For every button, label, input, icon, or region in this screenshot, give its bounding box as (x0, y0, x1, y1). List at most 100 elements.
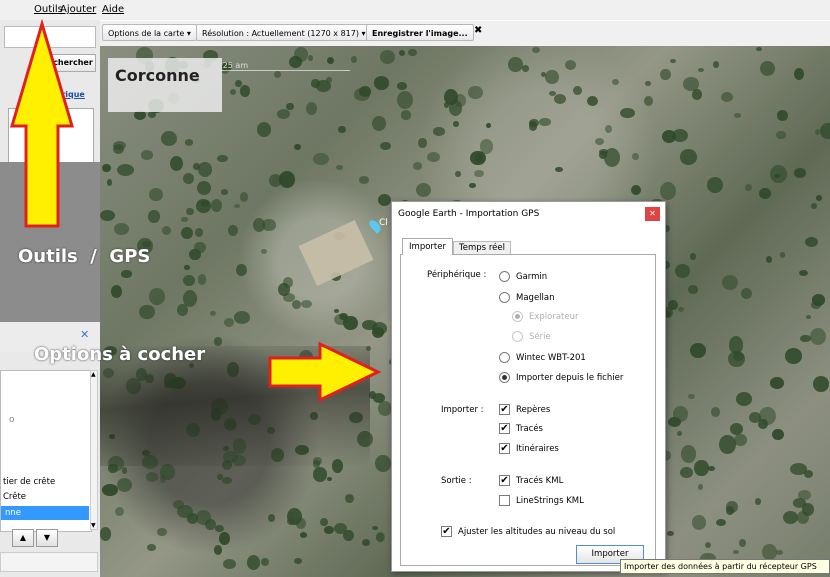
tree-cluster (668, 299, 678, 310)
tree-cluster (774, 174, 780, 179)
tree-cluster (375, 454, 391, 473)
checkbox-reperes[interactable]: ✔ (499, 404, 510, 415)
checkbox-traces-kml[interactable]: ✔ (499, 475, 510, 486)
panel-close-icon[interactable]: ✕ (80, 328, 89, 341)
tree-cluster (765, 255, 772, 263)
list-item-label: nne (5, 508, 22, 518)
tree-cluster (711, 407, 720, 417)
scroll-up-icon[interactable]: ▲ (91, 371, 96, 378)
panel-top-field[interactable] (4, 26, 96, 48)
tree-cluster (690, 343, 706, 358)
tree-cluster (398, 50, 405, 57)
tree-cluster (326, 476, 332, 482)
tree-cluster (604, 124, 613, 133)
map-toolbar: Options de la carte ▾ Résolution : Actue… (100, 21, 830, 47)
tree-cluster (555, 166, 564, 173)
tab-importer[interactable]: Importer (402, 238, 453, 255)
tree-cluster (291, 299, 302, 309)
history-link[interactable]: torique (52, 90, 85, 99)
radio-import-file-label: Importer depuis le fichier (516, 373, 624, 383)
checkbox-traces[interactable]: ✔ (499, 423, 510, 434)
time-slider[interactable]: :25 am (220, 61, 350, 81)
list-scrollbar[interactable]: ▲ ▼ (90, 370, 98, 530)
radio-import-file[interactable] (499, 372, 510, 383)
tree-cluster (239, 84, 251, 97)
tree-cluster (359, 176, 369, 184)
tree-cluster (418, 137, 427, 148)
tree-cluster (371, 116, 386, 131)
checkbox-adjust-altitude[interactable]: ✔ (441, 526, 452, 537)
menu-ajouter[interactable]: Ajouter (60, 4, 96, 15)
tree-cluster (427, 151, 441, 163)
tree-cluster (769, 377, 784, 389)
tree-cluster (659, 68, 671, 81)
tree-cluster (680, 149, 697, 165)
tree-cluster (213, 544, 223, 555)
tree-cluster (286, 103, 294, 111)
search-button[interactable]: chercher (50, 54, 96, 72)
menu-outils[interactable]: Outils (34, 4, 63, 15)
move-up-button[interactable]: ▲ (12, 529, 34, 547)
tree-cluster (221, 476, 233, 485)
import-tooltip: Importer des données à partir du récepte… (620, 559, 830, 574)
tree-cluster (169, 156, 183, 172)
dialog-close-button[interactable]: ✕ (645, 207, 660, 221)
list-item[interactable]: Crête (3, 492, 26, 502)
tree-cluster (177, 504, 193, 518)
toolbar-close-icon[interactable]: ✖ (474, 25, 482, 36)
menu-aide[interactable]: Aide (102, 4, 124, 15)
tree-cluster (777, 110, 788, 121)
radio-serie-label: Série (529, 332, 551, 342)
tree-cluster (620, 107, 635, 119)
tree-cluster (789, 463, 807, 476)
tree-cluster (102, 483, 118, 496)
tree-cluster (793, 68, 804, 81)
save-image-button[interactable]: Enregistrer l'image... (366, 24, 474, 41)
tree-cluster (810, 328, 827, 346)
tree-cluster (816, 195, 822, 201)
gps-import-dialog: Google Earth - Importation GPS ✕ Importe… (391, 201, 666, 572)
radio-magellan[interactable] (499, 292, 510, 303)
tree-cluster (698, 484, 704, 490)
tree-cluster (485, 123, 492, 129)
tree-cluster (180, 226, 193, 240)
tree-cluster (725, 505, 735, 516)
annotation-options: Options à cocher (34, 344, 206, 365)
tree-cluster (157, 527, 167, 536)
tree-cluster (294, 558, 302, 565)
tree-cluster (106, 178, 113, 186)
search-results-box (8, 108, 94, 164)
tree-cluster (676, 430, 683, 437)
tree-cluster (224, 317, 235, 328)
tree-cluster (196, 510, 212, 525)
tree-cluster (376, 533, 385, 542)
tree-cluster (468, 182, 476, 189)
tree-cluster (194, 228, 203, 237)
tree-cluster (707, 177, 724, 193)
list-small-text: o (9, 415, 15, 425)
tree-cluster (740, 287, 752, 299)
resolution-dropdown[interactable]: Résolution : Actuellement (1270 x 817) ▾ (196, 24, 372, 41)
tree-cluster (712, 61, 720, 68)
tree-cluster (587, 95, 598, 106)
radio-garmin[interactable] (499, 271, 510, 282)
tree-cluster (377, 401, 392, 417)
tree-cluster (114, 222, 130, 236)
list-item-selected[interactable]: nne (1, 506, 89, 520)
tree-cluster (112, 144, 124, 155)
tree-cluster (433, 127, 445, 136)
scroll-down-icon[interactable]: ▼ (91, 522, 96, 529)
tree-cluster (756, 46, 762, 51)
tree-cluster (141, 150, 154, 160)
checkbox-linestrings-kml[interactable] (499, 495, 510, 506)
radio-magellan-label: Magellan (516, 293, 555, 303)
checkbox-itineraires[interactable]: ✔ (499, 443, 510, 454)
move-down-button[interactable]: ▼ (36, 529, 58, 547)
tree-cluster (474, 153, 484, 163)
tree-cluster (528, 118, 539, 127)
tree-cluster (538, 117, 551, 127)
tree-cluster (276, 109, 291, 119)
radio-wintec[interactable] (499, 352, 510, 363)
list-item[interactable]: tier de crête (3, 477, 55, 487)
map-options-dropdown[interactable]: Options de la carte ▾ (102, 24, 197, 41)
